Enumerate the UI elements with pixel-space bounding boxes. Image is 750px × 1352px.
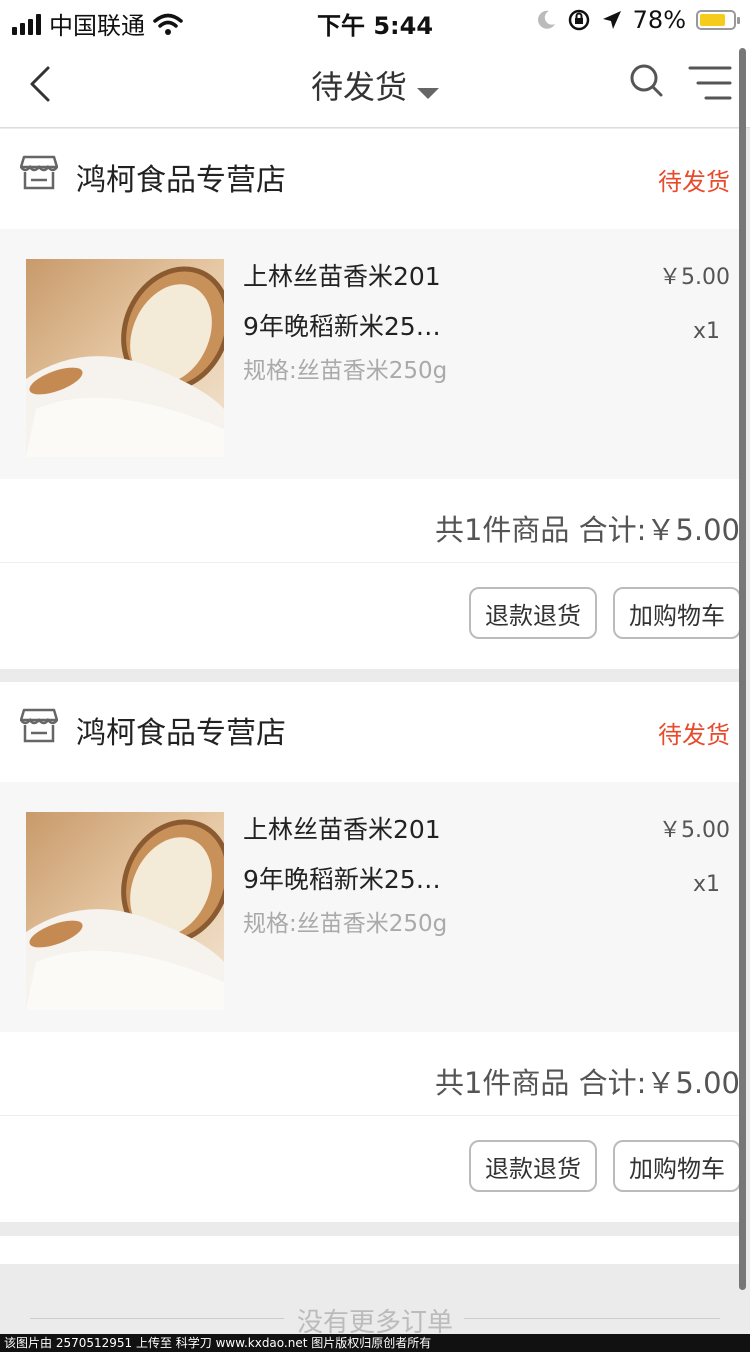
shop-row[interactable]: 鸿柯食品专营店 待发货: [0, 682, 740, 782]
dropdown-caret-icon: [417, 88, 439, 99]
add-to-cart-button[interactable]: 加购物车: [613, 587, 741, 639]
goods-title-line2: 9年晚稻新米25…: [243, 865, 441, 894]
goods-title-line1: 上林丝苗香米201: [243, 815, 441, 844]
goods-item[interactable]: 上林丝苗香米201 9年晚稻新米25… 规格:丝苗香米250g ￥5.00 x1: [0, 229, 740, 479]
shop-icon: [20, 708, 58, 743]
goods-title-line1: 上林丝苗香米201: [243, 262, 441, 291]
order-card: 鸿柯食品专营店 待发货 上林丝苗香米201 9年晚稻新米25… 规格:丝苗香米2…: [0, 682, 741, 1222]
status-right: 78%: [535, 6, 740, 34]
search-icon[interactable]: [628, 62, 664, 102]
goods-title-line2: 9年晚稻新米25…: [243, 312, 441, 341]
goods-item[interactable]: 上林丝苗香米201 9年晚稻新米25… 规格:丝苗香米250g ￥5.00 x1: [0, 782, 740, 1032]
total-row: 共1件商品 合计:￥5.00: [0, 479, 740, 563]
action-row: 退款退货 加购物车: [0, 1117, 741, 1222]
goods-quantity: x1: [692, 319, 720, 344]
divider-right: [464, 1318, 720, 1319]
order-card: 鸿柯食品专营店 待发货 上林丝苗香米201 9年晚稻新米25… 规格:丝苗香米2…: [0, 129, 741, 669]
add-to-cart-button[interactable]: 加购物车: [613, 1140, 741, 1192]
location-icon: [602, 11, 621, 29]
action-row: 退款退货 加购物车: [0, 564, 741, 669]
list-end-spacer: [0, 1236, 740, 1264]
status-bar: 中国联通 下午 5:44 78%: [0, 0, 750, 40]
goods-thumbnail: [26, 259, 224, 457]
goods-price: ￥5.00: [659, 265, 730, 290]
order-total: 共1件商品 合计:￥5.00: [434, 1066, 740, 1100]
refund-return-button[interactable]: 退款退货: [469, 587, 597, 639]
goods-price: ￥5.00: [659, 818, 730, 843]
orientation-lock-icon: [568, 9, 589, 31]
shop-name: 鸿柯食品专营店: [76, 716, 286, 751]
total-row: 共1件商品 合计:￥5.00: [0, 1032, 740, 1116]
battery-fill: [700, 14, 725, 26]
page-title: 待发货: [310, 68, 407, 106]
filter-menu-icon[interactable]: [688, 64, 732, 102]
goods-thumbnail: [26, 812, 224, 1010]
watermark: 该图片由 2570512951 上传至 科学刀 www.kxdao.net 图片…: [0, 1334, 750, 1352]
goods-quantity: x1: [692, 872, 720, 897]
shop-icon: [20, 155, 58, 190]
no-more-orders: 没有更多订单: [0, 1300, 750, 1338]
nav-bar: 待发货: [0, 40, 750, 128]
refund-return-button[interactable]: 退款退货: [469, 1140, 597, 1192]
goods-spec: 规格:丝苗香米250g: [243, 911, 448, 937]
battery-icon: [696, 10, 740, 30]
order-total: 共1件商品 合计:￥5.00: [434, 513, 740, 547]
order-status: 待发货: [658, 721, 730, 749]
scrollbar[interactable]: [739, 48, 746, 1290]
goods-spec: 规格:丝苗香米250g: [243, 358, 448, 384]
battery-percent: 78%: [632, 6, 686, 34]
shop-row[interactable]: 鸿柯食品专营店 待发货: [0, 129, 740, 229]
moon-icon: [537, 10, 555, 29]
shop-name: 鸿柯食品专营店: [76, 163, 286, 198]
order-status: 待发货: [658, 168, 730, 196]
